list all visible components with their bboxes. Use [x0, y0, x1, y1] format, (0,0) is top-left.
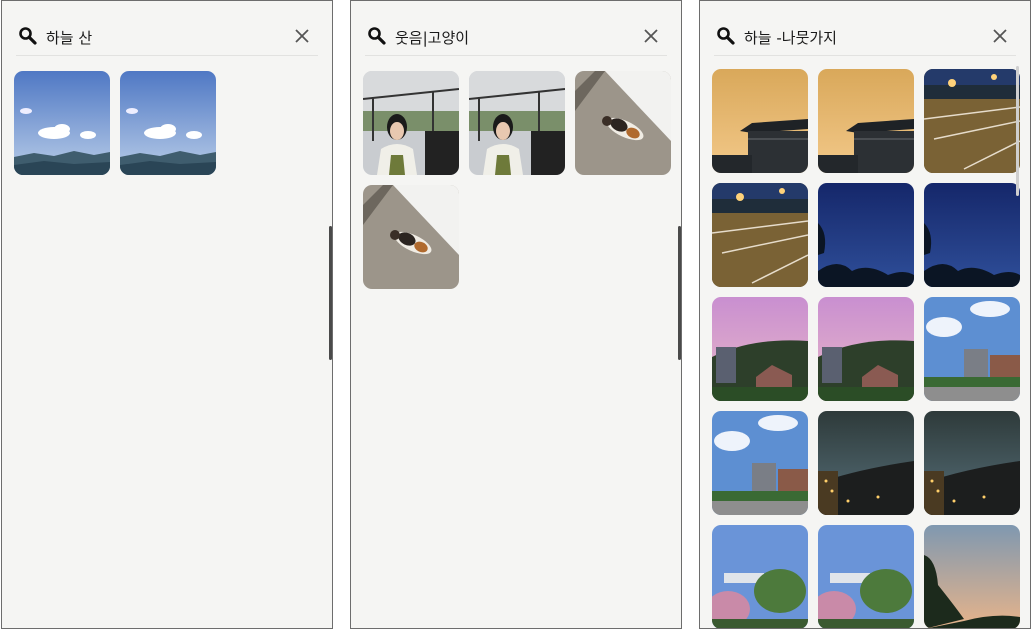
photo-night-cloudy-city[interactable] [924, 411, 1020, 515]
sky-mountain-image [14, 71, 110, 175]
search-icon [368, 27, 386, 45]
photo-dusk-sky-treeline[interactable] [924, 525, 1020, 628]
search-icon [717, 27, 735, 45]
photo-smiling-person[interactable] [363, 71, 459, 175]
result-grid [363, 71, 671, 289]
dusk-blue-sky-tree-image [924, 183, 1020, 287]
photo-cat-on-stone[interactable] [363, 185, 459, 289]
photo-pink-sky-hill-houses[interactable] [818, 297, 914, 401]
photo-sky-mountain[interactable] [120, 71, 216, 175]
search-query[interactable]: 웃음|고양이 [395, 27, 469, 48]
hanok-roof-sunset-image [712, 69, 808, 173]
close-icon[interactable] [992, 28, 1008, 44]
dusk-blue-sky-tree-image [818, 183, 914, 287]
smiling-person-image [469, 71, 565, 175]
pink-sky-hill-houses-image [818, 297, 914, 401]
hanok-roof-sunset-image [818, 69, 914, 173]
search-results-panel-sky-not-branch: 하늘 -나뭇가지 [699, 0, 1031, 629]
result-grid [712, 69, 1020, 628]
night-cloudy-city-image [818, 411, 914, 515]
search-query[interactable]: 하늘 -나뭇가지 [744, 27, 837, 48]
photo-smiling-person[interactable] [469, 71, 565, 175]
search-bar[interactable]: 웃음|고양이 [365, 19, 667, 56]
blue-sky-blossom-tree-image [818, 525, 914, 628]
blue-sky-clouds-buildings-image [712, 411, 808, 515]
panel-resize-handle[interactable] [678, 226, 681, 360]
cat-on-stone-image [363, 185, 459, 289]
photo-hanok-roof-sunset[interactable] [818, 69, 914, 173]
dusk-sky-treeline-image [924, 525, 1020, 628]
photo-night-plaza-lamps[interactable] [712, 183, 808, 287]
photo-night-cloudy-city[interactable] [818, 411, 914, 515]
result-grid [14, 71, 322, 175]
close-icon[interactable] [643, 28, 659, 44]
photo-hanok-roof-sunset[interactable] [712, 69, 808, 173]
search-query[interactable]: 하늘 산 [46, 27, 92, 48]
sky-mountain-image [120, 71, 216, 175]
photo-cat-on-stone[interactable] [575, 71, 671, 175]
photo-blue-sky-blossom-tree[interactable] [818, 525, 914, 628]
photo-pink-sky-hill-houses[interactable] [712, 297, 808, 401]
search-results-panel-sky-mountain: 하늘 산 [1, 0, 333, 629]
close-icon[interactable] [294, 28, 310, 44]
search-bar[interactable]: 하늘 산 [16, 19, 318, 56]
night-plaza-lamps-image [924, 69, 1020, 173]
cat-on-stone-image [575, 71, 671, 175]
photo-sky-mountain[interactable] [14, 71, 110, 175]
panel-resize-handle[interactable] [329, 226, 332, 360]
night-plaza-lamps-image [712, 183, 808, 287]
blue-sky-blossom-tree-image [712, 525, 808, 628]
photo-night-plaza-lamps[interactable] [924, 69, 1020, 173]
search-bar[interactable]: 하늘 -나뭇가지 [714, 19, 1016, 56]
photo-dusk-blue-sky-tree[interactable] [818, 183, 914, 287]
photo-blue-sky-blossom-tree[interactable] [712, 525, 808, 628]
search-results-panel-smile-cat: 웃음|고양이 [350, 0, 682, 629]
smiling-person-image [363, 71, 459, 175]
photo-blue-sky-clouds-buildings[interactable] [712, 411, 808, 515]
search-icon [19, 27, 37, 45]
night-cloudy-city-image [924, 411, 1020, 515]
pink-sky-hill-houses-image [712, 297, 808, 401]
blue-sky-clouds-buildings-image [924, 297, 1020, 401]
scrollbar[interactable] [1016, 66, 1019, 196]
photo-dusk-blue-sky-tree[interactable] [924, 183, 1020, 287]
photo-blue-sky-clouds-buildings[interactable] [924, 297, 1020, 401]
